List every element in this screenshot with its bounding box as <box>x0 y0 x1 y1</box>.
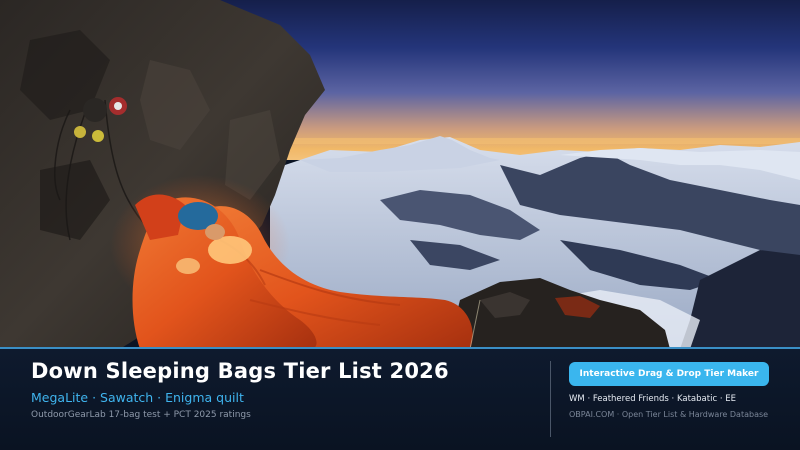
vertical-divider <box>550 361 551 437</box>
brand-list: WM · Feathered Friends · Katabatic · EE <box>569 394 736 404</box>
banner-card: Down Sleeping Bags Tier List 2026 MegaLi… <box>0 0 800 450</box>
tier-maker-button[interactable]: Interactive Drag & Drop Tier Maker <box>569 362 769 386</box>
featured-products: MegaLite · Sawatch · Enigma quilt <box>31 390 244 405</box>
site-credit: OBPAI.COM · Open Tier List & Hardware Da… <box>569 410 769 419</box>
hero-photo <box>0 0 800 349</box>
source-note: OutdoorGearLab 17-bag test + PCT 2025 ra… <box>31 410 251 420</box>
page-title: Down Sleeping Bags Tier List 2026 <box>31 359 449 383</box>
